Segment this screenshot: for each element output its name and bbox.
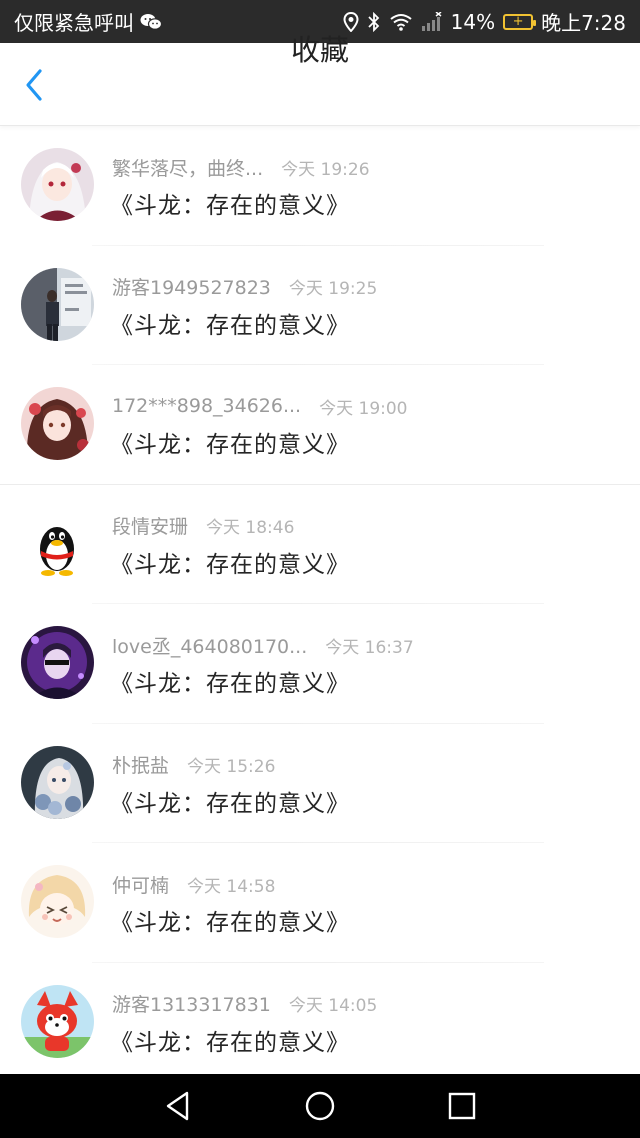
timestamp: 今天 16:37 [325, 637, 414, 658]
meta-line: 朴抿盐 今天 15:26 [112, 752, 275, 778]
meta-line: 172***898_34626... 今天 19:00 [112, 393, 408, 419]
status-right: 14% + 晚上7:28 [343, 0, 626, 43]
nav-recents-button[interactable] [442, 1086, 482, 1126]
meta-line: 游客1313317831 今天 14:05 [112, 991, 377, 1017]
timestamp: 今天 15:26 [187, 757, 276, 777]
carrier-text: 仅限紧急呼叫 [14, 11, 134, 35]
list-item[interactable]: 172***898_34626... 今天 19:00 《斗龙：存在的意义》 [0, 365, 640, 485]
header [0, 43, 640, 126]
username: 朴抿盐 [112, 755, 170, 777]
wifi-icon [389, 12, 413, 32]
back-triangle-icon [166, 1091, 189, 1121]
collection-title[interactable]: 《斗龙：存在的意义》 [110, 784, 350, 818]
avatar[interactable] [21, 148, 94, 221]
recents-square-icon [448, 1092, 476, 1120]
battery-charging-icon: + [503, 13, 537, 30]
list-item[interactable]: 仲可楠 今天 14:58 《斗龙：存在的意义》 [0, 843, 640, 963]
username: 游客1949527823 [112, 277, 271, 299]
timestamp: 今天 19:26 [281, 159, 370, 180]
collection-title[interactable]: 《斗龙：存在的意义》 [110, 186, 350, 220]
signal-icon [421, 11, 443, 32]
nav-back-button[interactable] [158, 1086, 198, 1126]
avatar[interactable] [21, 984, 94, 1058]
status-bar: 仅限紧急呼叫 14% + 晚上7:28 [0, 0, 640, 43]
list-item[interactable]: 游客1313317831 今天 14:05 《斗龙：存在的意义》 [0, 963, 640, 1083]
list-item[interactable]: love丞_464080170... 今天 16:37 《斗龙：存在的意义》 [0, 604, 640, 724]
status-time: 晚上7:28 [541, 11, 626, 35]
meta-line: 繁华落尽，曲终... 今天 19:26 [112, 154, 370, 180]
collection-title[interactable]: 《斗龙：存在的意义》 [110, 425, 350, 459]
back-button[interactable] [14, 65, 54, 105]
list-item[interactable]: 游客1949527823 今天 19:25 《斗龙：存在的意义》 [0, 246, 640, 365]
username: 172***898_34626... [112, 395, 302, 417]
nav-bar [0, 1074, 640, 1138]
favorites-list: 繁华落尽，曲终... 今天 19:26 《斗龙：存在的意义》 游客1949527… [0, 126, 640, 1082]
collection-title[interactable]: 《斗龙：存在的意义》 [110, 306, 350, 340]
timestamp: 今天 14:05 [288, 996, 378, 1016]
location-icon [343, 11, 359, 32]
wechat-icon [140, 13, 162, 31]
timestamp: 今天 19:00 [319, 398, 408, 419]
collection-title[interactable]: 《斗龙：存在的意义》 [110, 664, 350, 698]
username: love丞_464080170... [112, 635, 308, 658]
avatar[interactable] [21, 387, 94, 460]
meta-line: love丞_464080170... 今天 16:37 [112, 632, 414, 658]
avatar[interactable] [21, 745, 94, 819]
avatar[interactable] [21, 267, 94, 341]
list-item[interactable]: 繁华落尽，曲终... 今天 19:26 《斗龙：存在的意义》 [0, 126, 640, 246]
meta-line: 段情安珊 今天 18:46 [112, 513, 294, 539]
collection-title[interactable]: 《斗龙：存在的意义》 [110, 1023, 350, 1057]
avatar[interactable] [21, 506, 94, 580]
collection-title[interactable]: 《斗龙：存在的意义》 [110, 903, 350, 937]
meta-line: 仲可楠 今天 14:58 [112, 871, 275, 897]
battery-percent: 14% [450, 9, 496, 34]
collection-title[interactable]: 《斗龙：存在的意义》 [110, 545, 350, 579]
chevron-left-icon [26, 69, 42, 101]
avatar[interactable] [21, 865, 94, 938]
bluetooth-icon [367, 11, 381, 32]
username: 繁华落尽，曲终... [112, 157, 264, 180]
nav-home-button[interactable] [300, 1086, 340, 1126]
status-left: 仅限紧急呼叫 [14, 0, 162, 43]
home-circle-icon [305, 1091, 335, 1121]
timestamp: 今天 14:58 [187, 876, 276, 897]
avatar[interactable] [21, 626, 94, 699]
username: 段情安珊 [112, 516, 189, 538]
username: 仲可楠 [112, 874, 170, 897]
list-item[interactable]: 段情安珊 今天 18:46 《斗龙：存在的意义》 [0, 485, 640, 604]
timestamp: 今天 19:25 [288, 279, 378, 299]
username: 游客1313317831 [112, 994, 271, 1016]
list-item[interactable]: 朴抿盐 今天 15:26 《斗龙：存在的意义》 [0, 724, 640, 843]
timestamp: 今天 18:46 [206, 518, 295, 538]
meta-line: 游客1949527823 今天 19:25 [112, 274, 377, 300]
